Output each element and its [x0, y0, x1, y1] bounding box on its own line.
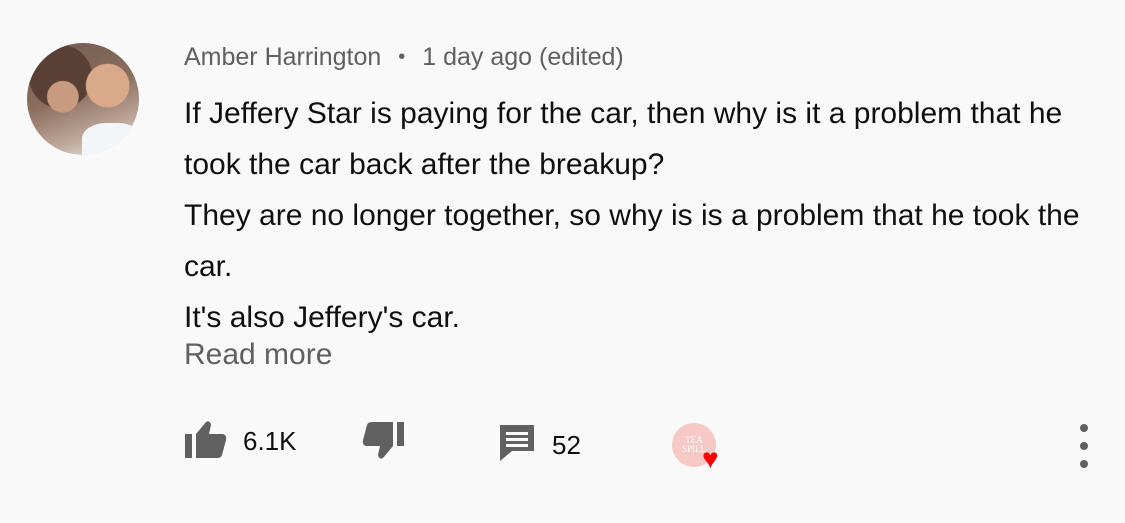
more-options-button[interactable]	[1072, 424, 1096, 468]
comment-line: It's also Jeffery's car.	[184, 301, 461, 334]
comment-timestamp[interactable]: 1 day ago (edited)	[422, 43, 624, 71]
dislike-button[interactable]	[362, 422, 404, 465]
thumbs-up-icon	[185, 420, 227, 463]
creator-heart: TEA SPILL ♥	[672, 423, 728, 473]
meta-separator: •	[398, 46, 406, 68]
like-count: 6.1K	[243, 426, 297, 456]
reply-button[interactable]: 52	[498, 423, 581, 468]
reply-count: 52	[552, 430, 581, 460]
thumbs-down-icon	[362, 422, 404, 465]
like-button[interactable]: 6.1K	[185, 420, 297, 463]
comment-line: If Jeffery Star is paying for the car, t…	[184, 97, 1063, 181]
comment-line: They are no longer together, so why is i…	[184, 199, 1080, 283]
more-vert-icon	[1080, 460, 1088, 468]
avatar-photo-detail	[82, 123, 139, 155]
comment-text: If Jeffery Star is paying for the car, t…	[184, 88, 1084, 343]
read-more-link[interactable]: Read more	[184, 338, 332, 372]
heart-icon: ♥	[702, 443, 719, 474]
author-avatar[interactable]	[27, 43, 139, 155]
more-vert-icon	[1080, 424, 1088, 432]
more-vert-icon	[1080, 442, 1088, 450]
comment-meta: Amber Harrington • 1 day ago (edited)	[184, 43, 624, 72]
comment-icon	[498, 423, 536, 468]
author-name[interactable]: Amber Harrington	[184, 43, 381, 71]
